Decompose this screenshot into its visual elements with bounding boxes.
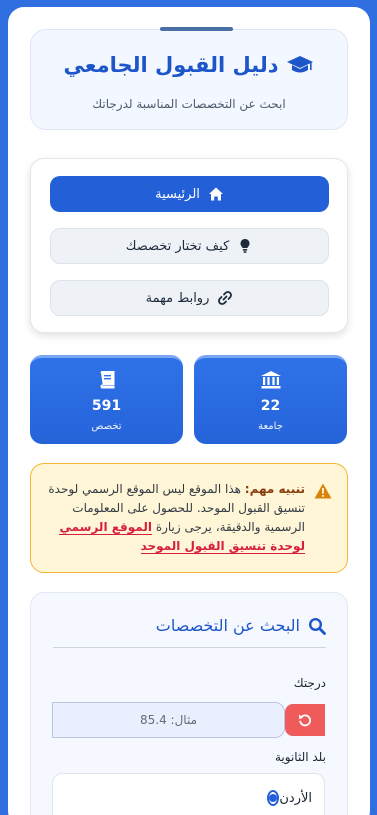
page-title: دليل القبول الجامعي: [63, 53, 279, 77]
nav-card: الرئيسية كيف تختار تخصصك روابط مهمة: [30, 158, 348, 333]
country-label: بلد الثانوية: [274, 750, 326, 764]
graduation-cap-icon: [287, 56, 314, 73]
country-option-label: الأردن: [279, 790, 312, 806]
nav-links-button[interactable]: روابط مهمة: [50, 280, 329, 316]
majors-count: 591: [91, 398, 122, 414]
country-options: الأردن: [52, 773, 325, 815]
reset-button[interactable]: [285, 704, 325, 736]
majors-label: تخصص: [91, 421, 122, 432]
reset-icon: [299, 714, 311, 727]
book-icon: [99, 371, 114, 389]
search-title-row: البحث عن التخصصات: [156, 616, 326, 635]
search-icon: [308, 617, 326, 635]
universities-label: جامعة: [258, 421, 283, 432]
warning-alert: تنبيه مهم: هذا الموقع ليس الموقع الرسمي …: [30, 463, 348, 573]
warning-title: تنبيه مهم:: [244, 482, 305, 496]
nav-home-button[interactable]: الرئيسية: [50, 176, 329, 212]
page-subtitle: ابحث عن التخصصات المناسبة لدرجاتك: [92, 97, 286, 111]
home-icon: [208, 187, 223, 201]
country-radio[interactable]: [267, 790, 280, 806]
nav-home-label: الرئيسية: [155, 186, 200, 202]
link-icon: [218, 291, 233, 305]
nav-choose-major-button[interactable]: كيف تختار تخصصك: [50, 228, 329, 264]
country-option-jordan[interactable]: الأردن: [65, 790, 312, 806]
warning-icon: [314, 483, 332, 499]
header-card: دليل القبول الجامعي ابحث عن التخصصات الم…: [30, 29, 348, 130]
lightbulb-icon: [240, 239, 250, 253]
divider: [53, 647, 326, 648]
university-icon: [260, 371, 281, 389]
universities-count: 22: [260, 398, 281, 414]
grade-row: [52, 702, 325, 738]
header-title-row: دليل القبول الجامعي: [31, 53, 347, 77]
search-title: البحث عن التخصصات: [155, 616, 300, 635]
nav-links-label: روابط مهمة: [145, 290, 210, 306]
warning-text: تنبيه مهم: هذا الموقع ليس الموقع الرسمي …: [43, 480, 305, 556]
radio-selected-dot: [269, 794, 278, 802]
stat-universities: 22 جامعة: [194, 355, 347, 444]
stat-majors: 591 تخصص: [30, 355, 183, 444]
app-panel: دليل القبول الجامعي ابحث عن التخصصات الم…: [8, 7, 370, 815]
drag-handle[interactable]: [160, 27, 233, 31]
search-card: البحث عن التخصصات درجتك بلد الثانوية الأ…: [30, 592, 348, 815]
grade-input[interactable]: [52, 702, 285, 738]
nav-choose-major-label: كيف تختار تخصصك: [125, 238, 230, 254]
grade-label: درجتك: [293, 676, 326, 690]
